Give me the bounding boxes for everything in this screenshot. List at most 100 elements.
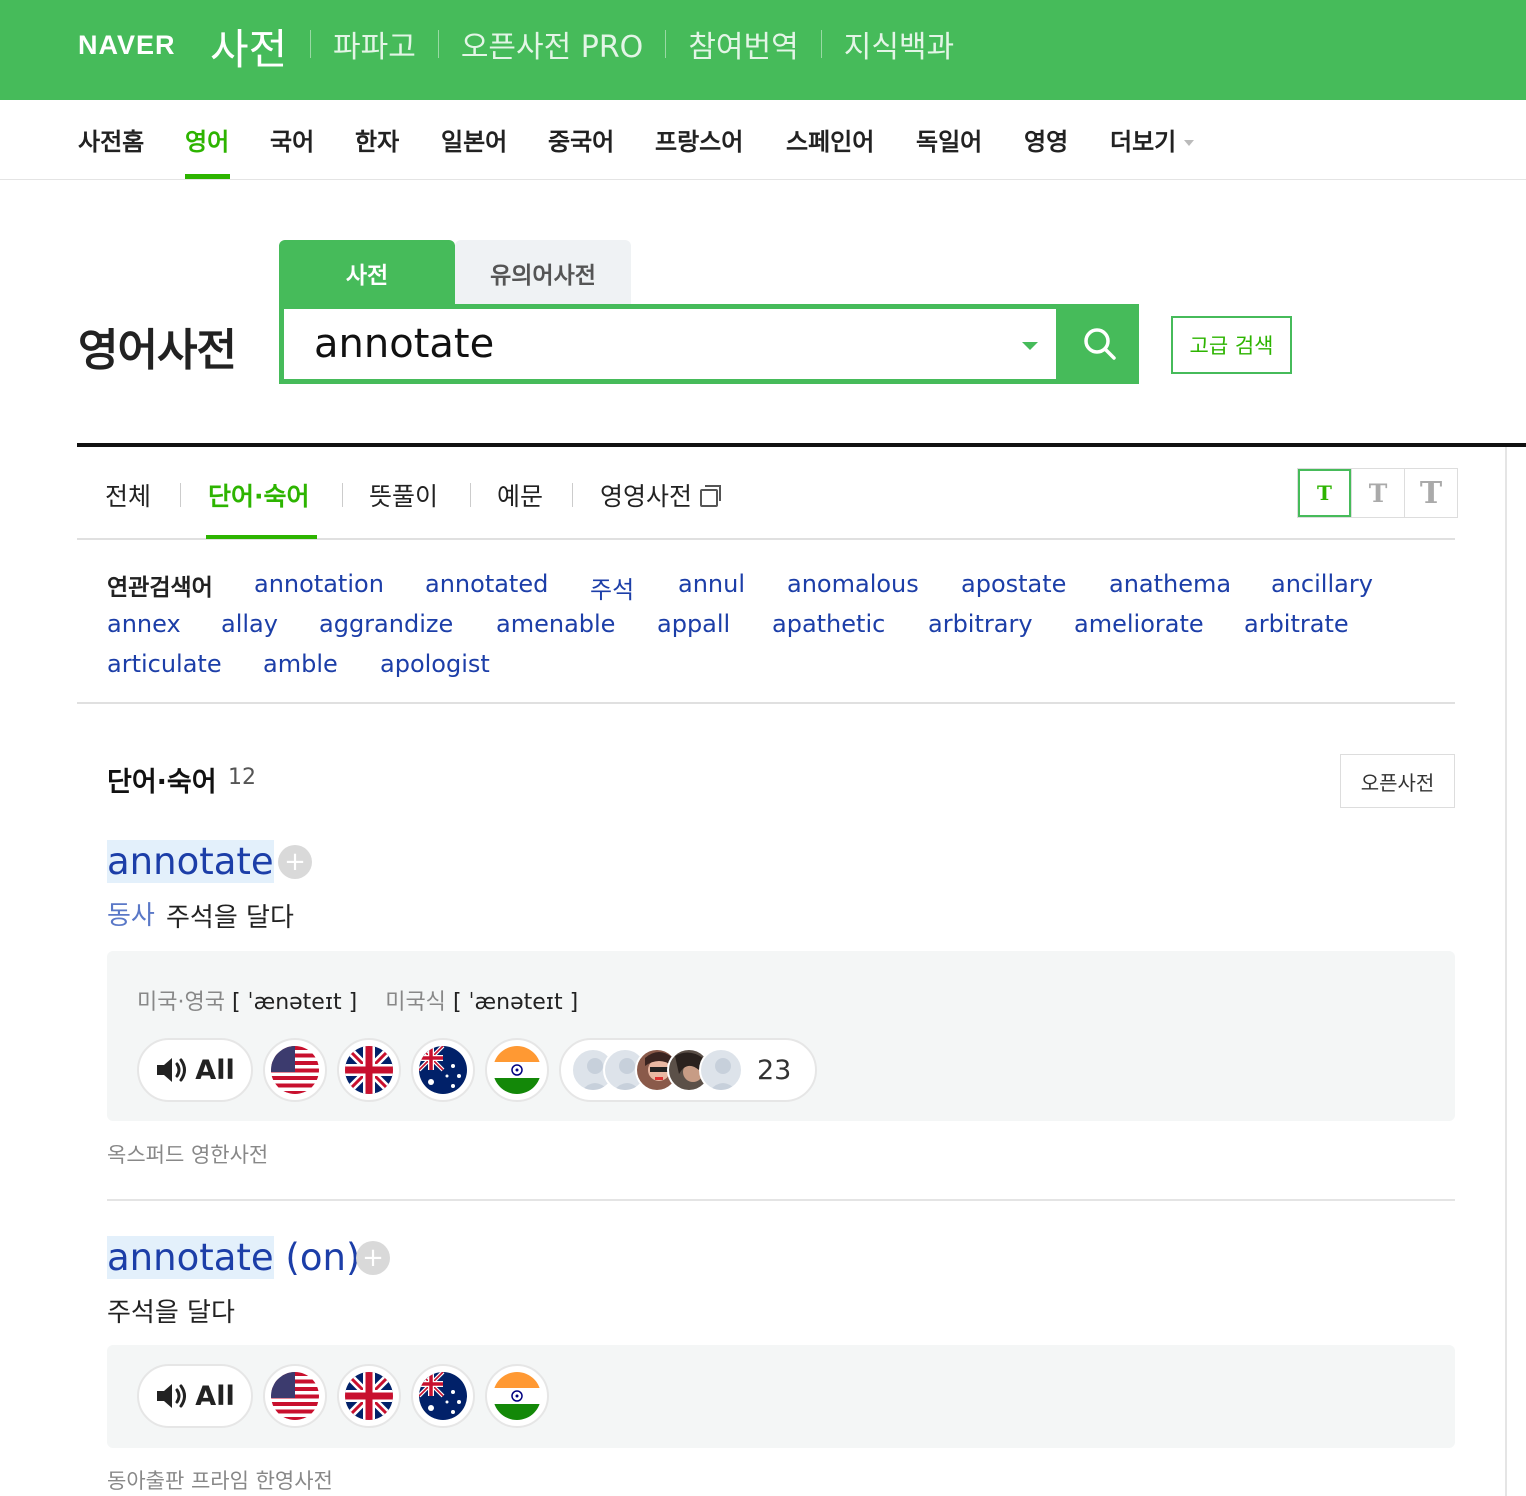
tab-english[interactable]: 영어 xyxy=(185,122,229,157)
us-flag-icon xyxy=(271,1372,319,1420)
dictionary-source[interactable]: 동아출판 프라임 한영사전 xyxy=(107,1465,333,1495)
related-term[interactable]: anomalous xyxy=(787,570,919,598)
related-term[interactable]: annul xyxy=(678,570,745,598)
related-term[interactable]: arbitrate xyxy=(1244,610,1349,638)
related-searches-label: 연관검색어 xyxy=(107,575,213,601)
entry-meaning: 주석을 달다 xyxy=(166,903,294,933)
related-term[interactable]: annex xyxy=(107,610,181,638)
tab-english-english[interactable]: 영영 xyxy=(1024,122,1068,157)
search-button[interactable] xyxy=(1061,304,1139,384)
font-size-small-button[interactable]: T xyxy=(1298,469,1351,517)
search-icon xyxy=(1084,328,1116,360)
play-us-button[interactable] xyxy=(263,1038,327,1102)
section-title: 단어·숙어 xyxy=(107,767,217,798)
play-au-button[interactable] xyxy=(411,1364,475,1428)
user-pronunciation-count: 23 xyxy=(757,1054,792,1086)
pron-label-us: 미국식 xyxy=(385,990,446,1015)
play-us-button[interactable] xyxy=(263,1364,327,1428)
tab-korean[interactable]: 국어 xyxy=(270,122,314,157)
related-term[interactable]: allay xyxy=(221,610,278,638)
play-all-button[interactable]: All xyxy=(137,1364,253,1428)
related-term[interactable]: 주석 xyxy=(590,570,634,605)
pron-us: [ ˈænəteɪt ] xyxy=(452,990,579,1015)
play-in-button[interactable] xyxy=(485,1364,549,1428)
tab-english-english-dict[interactable]: 영영사전 xyxy=(600,477,722,513)
top-header: NAVER 사전 파파고 오픈사전 PRO 참여번역 지식백과 xyxy=(0,0,1526,100)
related-term[interactable]: apathetic xyxy=(772,610,885,638)
related-term[interactable]: articulate xyxy=(107,650,222,678)
play-all-label: All xyxy=(195,1054,235,1086)
tab-english-english-label: 영영사전 xyxy=(600,482,693,511)
entry-headword[interactable]: annotate (on) xyxy=(107,1236,360,1279)
tab-words-idioms[interactable]: 단어·숙어 xyxy=(208,477,310,513)
audio-row: All xyxy=(137,1364,559,1428)
related-term[interactable]: arbitrary xyxy=(928,610,1033,638)
india-flag-icon xyxy=(493,1372,541,1420)
tab-french[interactable]: 프랑스어 xyxy=(655,122,743,157)
tab-japanese[interactable]: 일본어 xyxy=(441,122,507,157)
dictionary-source[interactable]: 옥스퍼드 영한사전 xyxy=(107,1139,268,1169)
nav-encyclopedia[interactable]: 지식백과 xyxy=(844,22,954,66)
nav-participation-translation[interactable]: 참여번역 xyxy=(688,22,798,66)
related-term[interactable]: annotated xyxy=(425,570,548,598)
related-term[interactable]: amenable xyxy=(496,610,615,638)
related-term[interactable]: appall xyxy=(657,610,730,638)
tab-all[interactable]: 전체 xyxy=(105,477,151,513)
add-to-wordbook-icon[interactable]: + xyxy=(356,1241,390,1275)
user-avatar xyxy=(699,1048,743,1092)
add-to-wordbook-icon[interactable]: + xyxy=(278,845,312,879)
entry-headword-text: annotate xyxy=(107,1236,274,1279)
user-pronunciations-button[interactable]: 23 xyxy=(559,1038,818,1102)
entry-headword[interactable]: annotate xyxy=(107,840,274,883)
dictionary-logo[interactable]: 사전 xyxy=(210,16,287,77)
speaker-icon xyxy=(157,1058,187,1082)
search-tab-dictionary[interactable]: 사전 xyxy=(279,240,455,306)
tab-meanings[interactable]: 뜻풀이 xyxy=(369,477,438,513)
naver-logo[interactable]: NAVER xyxy=(78,30,176,61)
tab-more-label: 더보기 xyxy=(1110,128,1177,156)
related-term[interactable]: apostate xyxy=(961,570,1066,598)
pronunciation-box: 미국·영국 [ ˈænəteɪt ] 미국식 [ ˈænəteɪt ] All xyxy=(107,951,1455,1121)
caret-down-icon xyxy=(1184,140,1195,146)
tab-hanja[interactable]: 한자 xyxy=(355,122,399,157)
related-term[interactable]: anathema xyxy=(1109,570,1231,598)
tab-german[interactable]: 독일어 xyxy=(916,122,982,157)
entry-meaning: 주석을 달다 xyxy=(107,1298,235,1328)
part-of-speech: 동사 xyxy=(107,901,155,931)
font-size-toggle: T T T xyxy=(1297,468,1458,518)
related-term[interactable]: annotation xyxy=(254,570,384,598)
related-term[interactable]: ameliorate xyxy=(1074,610,1204,638)
tab-dict-home[interactable]: 사전홈 xyxy=(78,122,144,157)
related-term[interactable]: amble xyxy=(263,650,338,678)
play-uk-button[interactable] xyxy=(337,1364,401,1428)
tab-more[interactable]: 더보기 xyxy=(1110,122,1195,157)
entry-headword-text: annotate xyxy=(107,840,274,883)
language-tabs: 사전홈 영어 국어 한자 일본어 중국어 프랑스어 스페인어 독일어 영영 더보… xyxy=(0,100,1526,180)
play-all-button[interactable]: All xyxy=(137,1038,253,1102)
related-term[interactable]: apologist xyxy=(380,650,490,678)
play-au-button[interactable] xyxy=(411,1038,475,1102)
speaker-icon xyxy=(157,1384,187,1408)
search-box xyxy=(279,304,1061,384)
pron-us-uk: [ ˈænəteɪt ] xyxy=(231,990,358,1015)
search-tab-synonym[interactable]: 유의어사전 xyxy=(455,240,631,306)
search-input[interactable] xyxy=(314,319,1014,369)
new-window-icon xyxy=(700,485,722,507)
font-size-medium-button[interactable]: T xyxy=(1351,469,1404,517)
nav-opendict-pro[interactable]: 오픈사전 PRO xyxy=(461,22,644,66)
advanced-search-button[interactable]: 고급 검색 xyxy=(1171,316,1292,374)
related-term[interactable]: ancillary xyxy=(1271,570,1373,598)
autocomplete-toggle-icon[interactable] xyxy=(1022,342,1038,350)
related-term[interactable]: aggrandize xyxy=(319,610,453,638)
open-dictionary-button[interactable]: 오픈사전 xyxy=(1340,754,1455,808)
font-size-large-button[interactable]: T xyxy=(1404,469,1457,517)
play-uk-button[interactable] xyxy=(337,1038,401,1102)
page-title: 영어사전 xyxy=(78,325,237,376)
tab-chinese[interactable]: 중국어 xyxy=(548,122,614,157)
nav-papago[interactable]: 파파고 xyxy=(333,22,416,66)
india-flag-icon xyxy=(493,1046,541,1094)
tab-spanish[interactable]: 스페인어 xyxy=(786,122,874,157)
play-in-button[interactable] xyxy=(485,1038,549,1102)
tab-examples[interactable]: 예문 xyxy=(497,477,543,513)
pron-label-us-uk: 미국·영국 xyxy=(137,990,225,1015)
